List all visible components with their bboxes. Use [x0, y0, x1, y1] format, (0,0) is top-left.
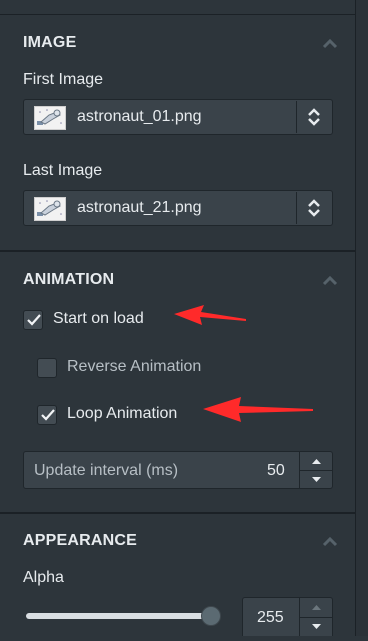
checkmark-icon: [41, 409, 55, 421]
start-on-load-label: Start on load: [53, 310, 144, 327]
triangle-up-icon: [312, 605, 321, 610]
section-divider: [0, 512, 355, 514]
panel-scrollbar-gutter[interactable]: [355, 0, 368, 636]
update-interval-field[interactable]: Update interval (ms) 50: [23, 451, 333, 489]
chevron-up-icon[interactable]: [322, 36, 338, 52]
image-section-title: IMAGE: [23, 34, 77, 51]
alpha-value[interactable]: 255: [257, 609, 284, 627]
appearance-section-title: APPEARANCE: [23, 532, 138, 549]
astronaut-thumbnail-icon: [34, 106, 66, 130]
update-interval-value[interactable]: 50: [267, 462, 285, 480]
loop-animation-label: Loop Animation: [67, 405, 178, 422]
section-divider: [0, 250, 355, 252]
last-image-select[interactable]: astronaut_21.png: [23, 190, 333, 226]
up-down-arrows-icon[interactable]: [305, 107, 323, 127]
alpha-value-field[interactable]: 255: [242, 597, 333, 636]
astronaut-thumbnail-icon: [34, 197, 66, 221]
last-image-label: Last Image: [23, 162, 103, 179]
alpha-slider-track[interactable]: [26, 613, 210, 619]
triangle-down-icon: [312, 624, 321, 629]
decrement-button[interactable]: [299, 470, 332, 488]
first-image-label: First Image: [23, 71, 104, 88]
increment-button[interactable]: [299, 598, 332, 617]
divider: [0, 14, 355, 15]
chevron-up-icon[interactable]: [322, 534, 338, 550]
triangle-down-icon: [312, 477, 321, 482]
chevron-up-icon[interactable]: [322, 273, 338, 289]
decrement-button[interactable]: [299, 617, 332, 636]
increment-button[interactable]: [299, 452, 332, 470]
first-image-select[interactable]: astronaut_01.png: [23, 99, 333, 135]
alpha-slider-handle[interactable]: [201, 606, 221, 626]
animation-section-title: ANIMATION: [23, 271, 115, 288]
update-interval-label: Update interval (ms): [34, 462, 179, 479]
loop-animation-checkbox[interactable]: [37, 405, 57, 425]
last-image-value: astronaut_21.png: [77, 199, 202, 216]
red-arrow-icon: [174, 305, 246, 325]
red-arrow-icon: [203, 397, 313, 422]
start-on-load-checkbox[interactable]: [23, 310, 43, 330]
alpha-label: Alpha: [23, 569, 64, 586]
checkmark-icon: [27, 314, 41, 326]
up-down-arrows-icon[interactable]: [305, 198, 323, 218]
first-image-value: astronaut_01.png: [77, 108, 202, 125]
select-divider: [296, 192, 297, 224]
reverse-animation-checkbox[interactable]: [37, 358, 57, 378]
select-divider: [296, 101, 297, 133]
reverse-animation-label: Reverse Animation: [67, 358, 202, 375]
triangle-up-icon: [312, 459, 321, 464]
